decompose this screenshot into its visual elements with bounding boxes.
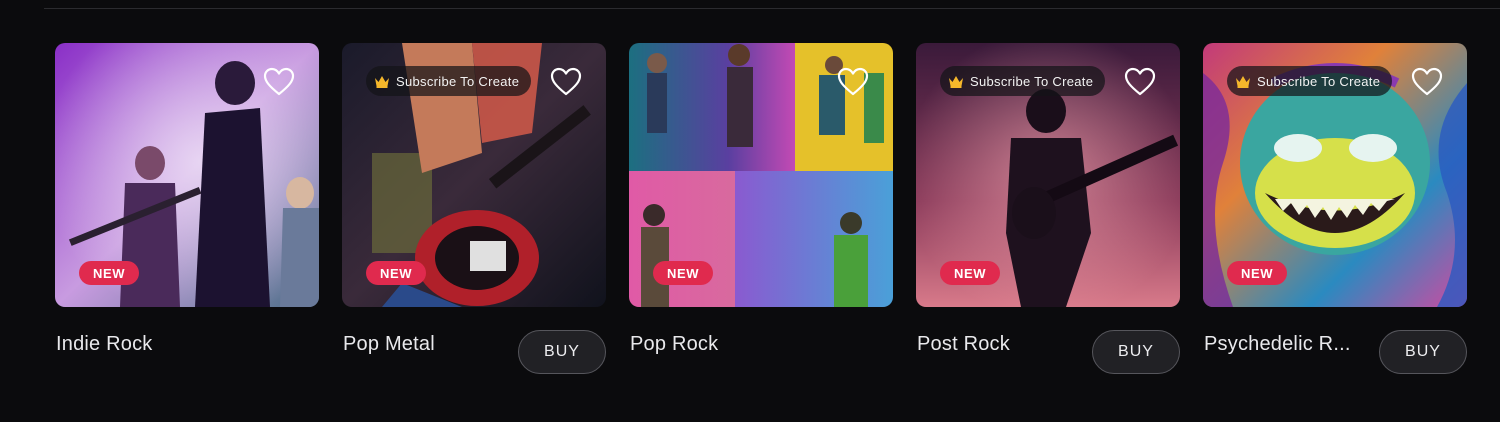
- heart-outline-icon[interactable]: [1411, 67, 1443, 97]
- genre-title[interactable]: Pop Rock: [630, 333, 718, 356]
- heart-outline-icon[interactable]: [1124, 67, 1156, 97]
- new-badge: NEW: [366, 261, 427, 285]
- genre-title[interactable]: Post Rock: [917, 333, 1010, 356]
- genre-gallery: NEW Indie Rock Subscribe To Create NEW P…: [0, 0, 1500, 422]
- buy-button[interactable]: BUY: [1379, 330, 1467, 374]
- genre-title[interactable]: Psychedelic R...: [1204, 333, 1351, 356]
- top-divider: [44, 8, 1500, 9]
- genre-card-pop-rock[interactable]: NEW Pop Rock: [629, 43, 893, 355]
- genre-card-pop-metal[interactable]: Subscribe To Create NEW Pop Metal BUY: [342, 43, 606, 374]
- genre-thumbnail[interactable]: NEW: [629, 43, 893, 307]
- new-badge: NEW: [940, 261, 1001, 285]
- subscribe-label: Subscribe To Create: [970, 73, 1094, 89]
- subscribe-to-create-pill[interactable]: Subscribe To Create: [940, 66, 1106, 96]
- genre-title[interactable]: Indie Rock: [56, 333, 153, 356]
- genre-thumbnail[interactable]: Subscribe To Create NEW: [916, 43, 1180, 307]
- crown-icon: [949, 75, 963, 88]
- new-badge: NEW: [79, 261, 140, 285]
- subscribe-label: Subscribe To Create: [396, 73, 520, 89]
- subscribe-to-create-pill[interactable]: Subscribe To Create: [1227, 66, 1393, 96]
- new-badge: NEW: [653, 261, 714, 285]
- genre-thumbnail[interactable]: Subscribe To Create NEW: [342, 43, 606, 307]
- genre-card-indie-rock[interactable]: NEW Indie Rock: [55, 43, 319, 355]
- heart-outline-icon[interactable]: [550, 67, 582, 97]
- genre-thumbnail[interactable]: NEW: [55, 43, 319, 307]
- genre-card-post-rock[interactable]: Subscribe To Create NEW Post Rock BUY: [916, 43, 1180, 374]
- buy-button[interactable]: BUY: [518, 330, 606, 374]
- subscribe-to-create-pill[interactable]: Subscribe To Create: [366, 66, 532, 96]
- crown-icon: [1236, 75, 1250, 88]
- heart-outline-icon[interactable]: [263, 67, 295, 97]
- genre-title[interactable]: Pop Metal: [343, 333, 435, 356]
- genre-card-psychedelic-rock[interactable]: Subscribe To Create NEW Psychedelic R...…: [1203, 43, 1467, 374]
- new-badge: NEW: [1227, 261, 1288, 285]
- buy-button[interactable]: BUY: [1092, 330, 1180, 374]
- crown-icon: [375, 75, 389, 88]
- subscribe-label: Subscribe To Create: [1257, 73, 1381, 89]
- genre-thumbnail[interactable]: Subscribe To Create NEW: [1203, 43, 1467, 307]
- heart-outline-icon[interactable]: [837, 67, 869, 97]
